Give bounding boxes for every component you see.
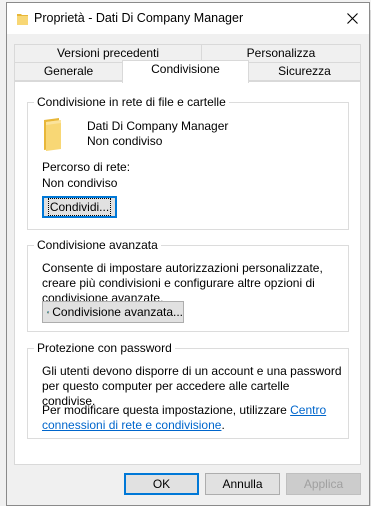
network-sharing-group-label: Condivisione in rete di file e cartelle bbox=[34, 95, 229, 109]
sharing-tab-panel: Condivisione in rete di file e cartelle … bbox=[14, 81, 361, 465]
advanced-sharing-button[interactable]: Condivisione avanzata... bbox=[42, 301, 184, 323]
apply-button-label: Applica bbox=[303, 477, 344, 491]
network-path-label: Percorso di rete: bbox=[42, 160, 131, 174]
uac-shield-icon bbox=[47, 310, 50, 314]
network-path-value: Non condiviso bbox=[42, 176, 118, 190]
password-protection-group-label: Protezione con password bbox=[34, 341, 175, 355]
title-bar[interactable]: Proprietà - Dati Di Company Manager bbox=[7, 3, 369, 34]
window-title: Proprietà - Dati Di Company Manager bbox=[34, 11, 244, 25]
advanced-sharing-group: Condivisione avanzata Consente di impost… bbox=[27, 238, 349, 332]
ok-button[interactable]: OK bbox=[124, 473, 199, 495]
shared-folder-icon bbox=[44, 118, 61, 151]
folder-icon bbox=[17, 14, 28, 25]
close-icon bbox=[346, 13, 358, 24]
share-button-label: Condividi... bbox=[47, 198, 112, 216]
folder-share-status: Non condiviso bbox=[87, 134, 163, 148]
tab-sicurezza[interactable]: Sicurezza bbox=[248, 62, 361, 81]
folder-name: Dati Di Company Manager bbox=[87, 119, 229, 133]
password-protection-group: Protezione con password Gli utenti devon… bbox=[27, 341, 349, 439]
apply-button[interactable]: Applica bbox=[286, 473, 361, 495]
cancel-button-label: Annulla bbox=[222, 477, 263, 491]
network-sharing-group: Condivisione in rete di file e cartelle … bbox=[27, 95, 349, 230]
advanced-sharing-description: Consente di impostare autorizzazioni per… bbox=[42, 261, 323, 305]
advanced-sharing-button-label: Condivisione avanzata... bbox=[52, 305, 183, 319]
close-button[interactable] bbox=[335, 3, 369, 34]
change-setting-suffix: . bbox=[221, 418, 225, 432]
tab-condivisione[interactable]: Condivisione bbox=[122, 60, 249, 83]
change-setting-prefix: Per modificare questa impostazione, util… bbox=[42, 403, 291, 417]
share-button[interactable]: Condividi... bbox=[42, 196, 117, 218]
password-protection-change-text: Per modificare questa impostazione, util… bbox=[42, 403, 342, 433]
properties-dialog: Proprietà - Dati Di Company Manager Vers… bbox=[6, 2, 370, 506]
cancel-button[interactable]: Annulla bbox=[205, 473, 280, 495]
ok-button-label: OK bbox=[152, 477, 171, 491]
advanced-sharing-group-label: Condivisione avanzata bbox=[34, 238, 161, 252]
tab-generale[interactable]: Generale bbox=[14, 62, 123, 81]
